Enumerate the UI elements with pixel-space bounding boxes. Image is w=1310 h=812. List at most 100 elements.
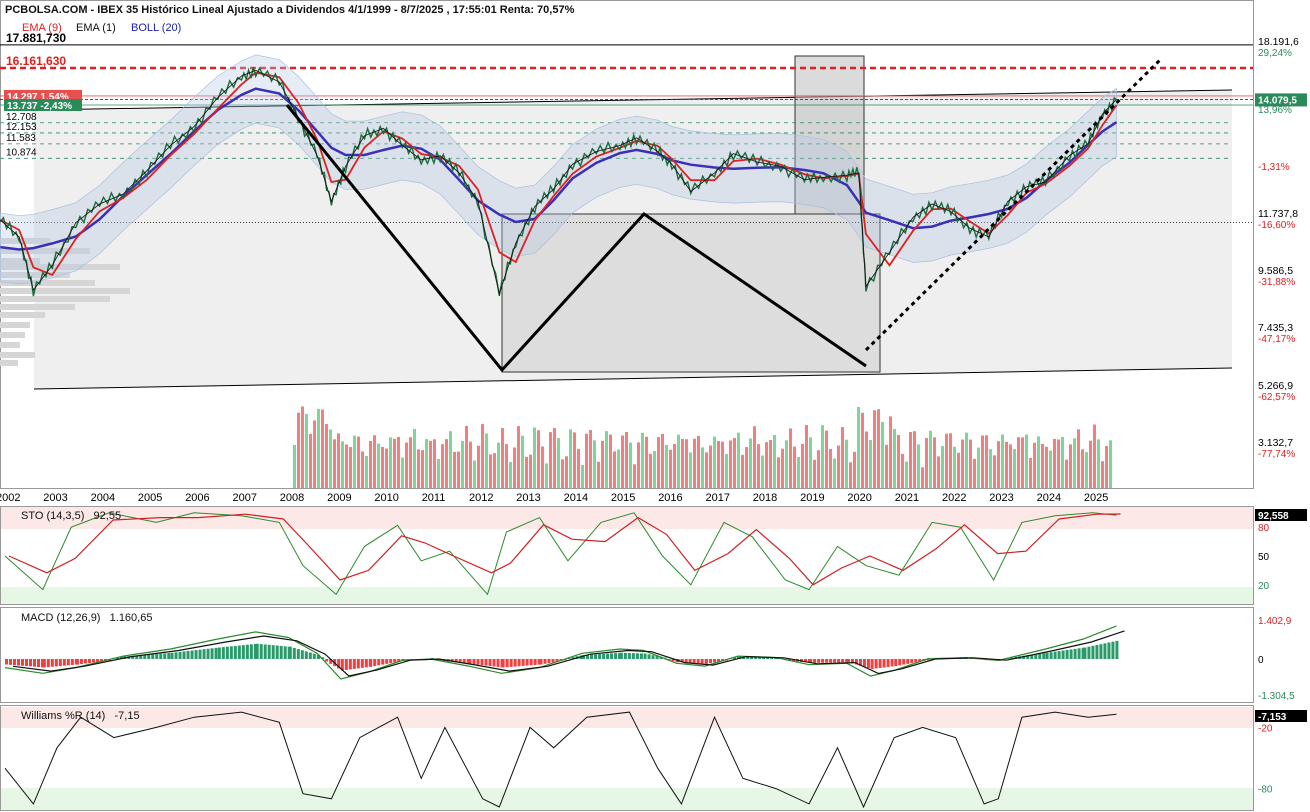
volume-bar — [933, 437, 936, 488]
volume-bar — [813, 459, 816, 488]
macd-histogram-bar — [846, 659, 850, 663]
sto-oversold-zone — [1, 587, 1253, 604]
volume-bar — [393, 438, 396, 488]
macd-histogram-bar — [476, 659, 480, 665]
williams-level-label: -80 — [1258, 785, 1273, 796]
volume-bar — [965, 432, 968, 488]
volume-bar — [761, 455, 764, 488]
macd-histogram-bar — [87, 659, 91, 663]
macd-histogram-bar — [233, 645, 237, 659]
year-tick-label: 2017 — [706, 492, 730, 504]
volume-bar — [853, 451, 856, 488]
volume-bar — [553, 428, 556, 488]
volume-bar — [525, 456, 528, 488]
macd-histogram-bar — [505, 659, 509, 668]
macd-histogram-bar — [245, 644, 249, 659]
macd-histogram-bar — [217, 647, 221, 659]
volume-bar — [385, 448, 388, 488]
macd-histogram-bar — [606, 653, 610, 659]
volume-bar — [649, 453, 652, 488]
volume-bar — [685, 439, 688, 488]
macd-histogram-bar — [1111, 641, 1115, 659]
macd-histogram-bar — [1057, 651, 1061, 659]
macd-histogram-bar — [1038, 653, 1042, 659]
volume-bar — [481, 424, 484, 488]
macd-histogram-bar — [29, 659, 32, 667]
volume-profile-bar — [0, 332, 25, 338]
macd-histogram-bar — [194, 650, 198, 659]
volume-bar — [749, 438, 752, 488]
year-tick-label: 2025 — [1084, 492, 1108, 504]
macd-histogram-bar — [66, 659, 70, 666]
macd-histogram-bar — [543, 659, 547, 664]
macd-histogram-bar — [484, 659, 488, 666]
volume-bar — [305, 414, 308, 488]
macd-histogram-bar — [255, 643, 259, 659]
macd-histogram-bar — [866, 659, 870, 668]
volume-bar — [845, 439, 848, 488]
volume-bar — [829, 449, 832, 488]
macd-histogram-bar — [170, 652, 174, 659]
chart-canvas[interactable]: 17.881,73016.161,63012.70812.15311.58310… — [0, 0, 1310, 812]
volume-bar — [981, 435, 984, 488]
macd-histogram-bar — [210, 648, 214, 659]
macd-histogram-bar — [312, 653, 316, 659]
volume-bar — [1085, 452, 1088, 488]
macd-axis-label: 1.402,9 — [1258, 616, 1292, 627]
macd-histogram-bar — [825, 659, 829, 663]
volume-bar — [681, 438, 684, 488]
macd-histogram-bar — [517, 659, 521, 667]
volume-bar — [1053, 438, 1056, 488]
volume-bar — [557, 438, 560, 488]
volume-bar — [333, 439, 336, 488]
macd-histogram-bar — [509, 659, 513, 667]
volume-bar — [1049, 450, 1052, 488]
macd-histogram-bar — [647, 654, 651, 659]
macd-histogram-bar — [1069, 649, 1073, 659]
macd-histogram-bar — [237, 645, 241, 659]
macd-histogram-bar — [167, 653, 171, 659]
volume-bar — [745, 447, 748, 488]
volume-bar — [1109, 440, 1112, 488]
macd-histogram-bar — [631, 653, 635, 659]
volume-bar — [773, 435, 776, 488]
macd-histogram-bar — [325, 659, 329, 662]
volume-bar — [861, 412, 864, 488]
volume-bar — [369, 440, 372, 488]
year-tick-label: 2012 — [469, 492, 493, 504]
volume-bar — [805, 425, 808, 488]
volume-bar — [441, 444, 444, 488]
macd-histogram-bar — [635, 653, 639, 659]
legend-boll20: BOLL (20) — [131, 22, 182, 34]
volume-bar — [873, 410, 876, 488]
volume-bar — [809, 437, 812, 488]
macd-histogram-bar — [817, 659, 821, 663]
volume-bar — [997, 441, 1000, 488]
macd-histogram-bar — [304, 651, 308, 659]
macd-histogram-bar — [70, 659, 74, 665]
macd-histogram-bar — [389, 659, 393, 664]
volume-bar — [729, 440, 732, 488]
volume-bar — [609, 434, 612, 488]
right-axis-value: 5.266,9 — [1258, 380, 1293, 392]
macd-histogram-bar — [360, 659, 364, 668]
macd-histogram-bar — [492, 659, 496, 667]
year-tick-label: 2005 — [138, 492, 162, 504]
macd-histogram-bar — [46, 659, 50, 668]
volume-bar — [429, 440, 432, 488]
volume-bar — [721, 441, 724, 488]
macd-histogram-bar — [551, 659, 555, 663]
volume-bar — [881, 422, 884, 488]
price-level-label: 16.161,630 — [6, 54, 66, 68]
volume-bar — [529, 454, 532, 488]
macd-histogram-bar — [292, 647, 296, 659]
volume-bar — [581, 464, 584, 488]
macd-histogram-bar — [263, 644, 267, 659]
macd-histogram-bar — [610, 653, 614, 659]
legend-ema9: EMA (9) — [22, 22, 62, 34]
macd-histogram-bar — [288, 646, 292, 659]
sto-last-label: 92,558 — [1258, 511, 1289, 522]
macd-histogram-bar — [468, 659, 472, 664]
right-axis-percent: 13,96% — [1258, 105, 1292, 116]
volume-bar — [677, 434, 680, 488]
